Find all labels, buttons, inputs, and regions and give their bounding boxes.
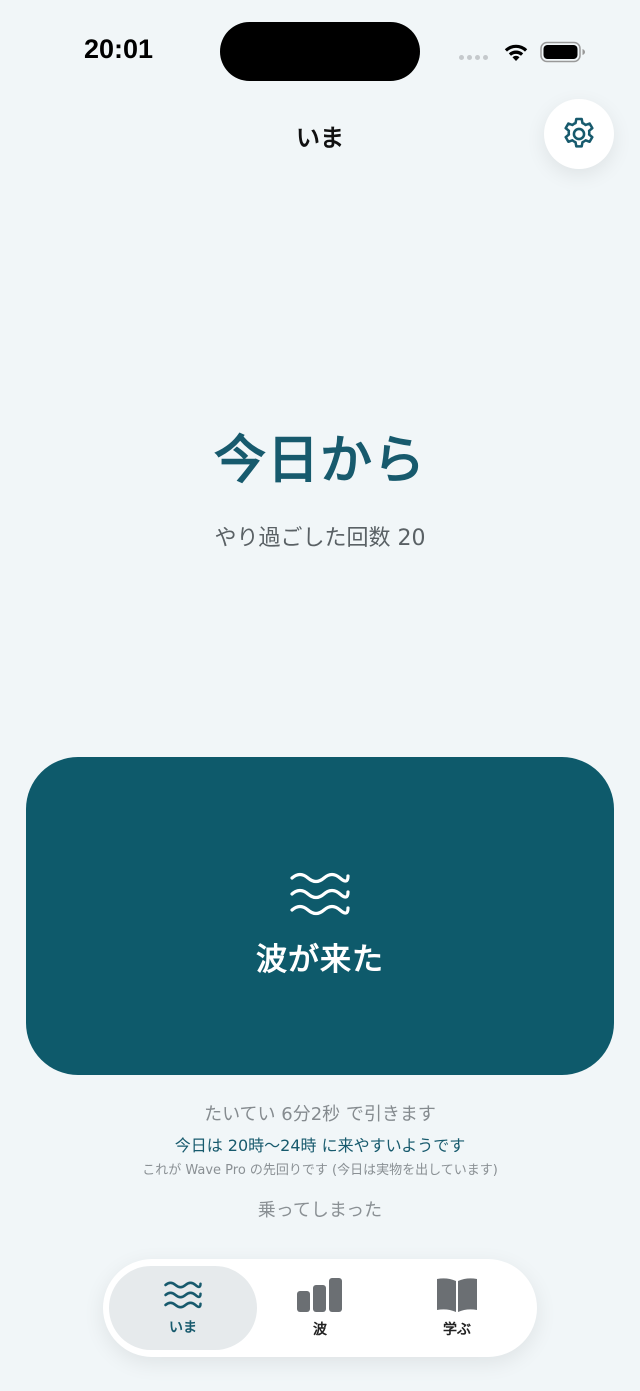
duration-hint: たいてい 6分2秒 で引きます xyxy=(204,1104,436,1125)
tab-now[interactable]: いま xyxy=(109,1266,257,1350)
tab-now-label: いま xyxy=(169,1320,197,1336)
tab-learn[interactable]: 学ぶ xyxy=(383,1266,531,1350)
tab-learn-label: 学ぶ xyxy=(443,1322,471,1338)
gear-icon xyxy=(564,117,594,148)
status-bar: 20:01 xyxy=(0,0,640,100)
wave-came-label: 波が来た xyxy=(256,941,384,978)
settings-button[interactable] xyxy=(544,99,614,169)
rode-the-wave-link[interactable]: 乗ってしまった xyxy=(0,1196,640,1222)
tab-waves-label: 波 xyxy=(313,1322,327,1338)
tab-bar: いま 波 学ぶ xyxy=(103,1259,537,1357)
headline: 今日から xyxy=(213,431,426,491)
dynamic-island xyxy=(220,22,420,81)
status-time: 20:01 xyxy=(84,34,154,64)
survived-count-label: やり過ごした回数 xyxy=(214,526,391,551)
battery-icon xyxy=(540,41,585,63)
book-icon xyxy=(437,1278,477,1312)
survived-count-value: 20 xyxy=(397,526,426,551)
wave-came-button[interactable]: 波が来た xyxy=(26,757,614,1075)
wave-icon xyxy=(164,1281,202,1309)
time-window-hint: 今日は 20時〜24時 に来やすいようです xyxy=(174,1136,466,1155)
pro-note: これが Wave Pro の先回りです (今日は実物を出しています) xyxy=(142,1163,498,1178)
survived-count: やり過ごした回数 20 xyxy=(0,520,640,552)
cellular-signal-icon xyxy=(459,55,488,60)
bar-chart-icon xyxy=(297,1278,342,1312)
wifi-icon xyxy=(504,44,528,61)
wave-icon xyxy=(290,872,350,915)
tab-waves[interactable]: 波 xyxy=(246,1266,394,1350)
